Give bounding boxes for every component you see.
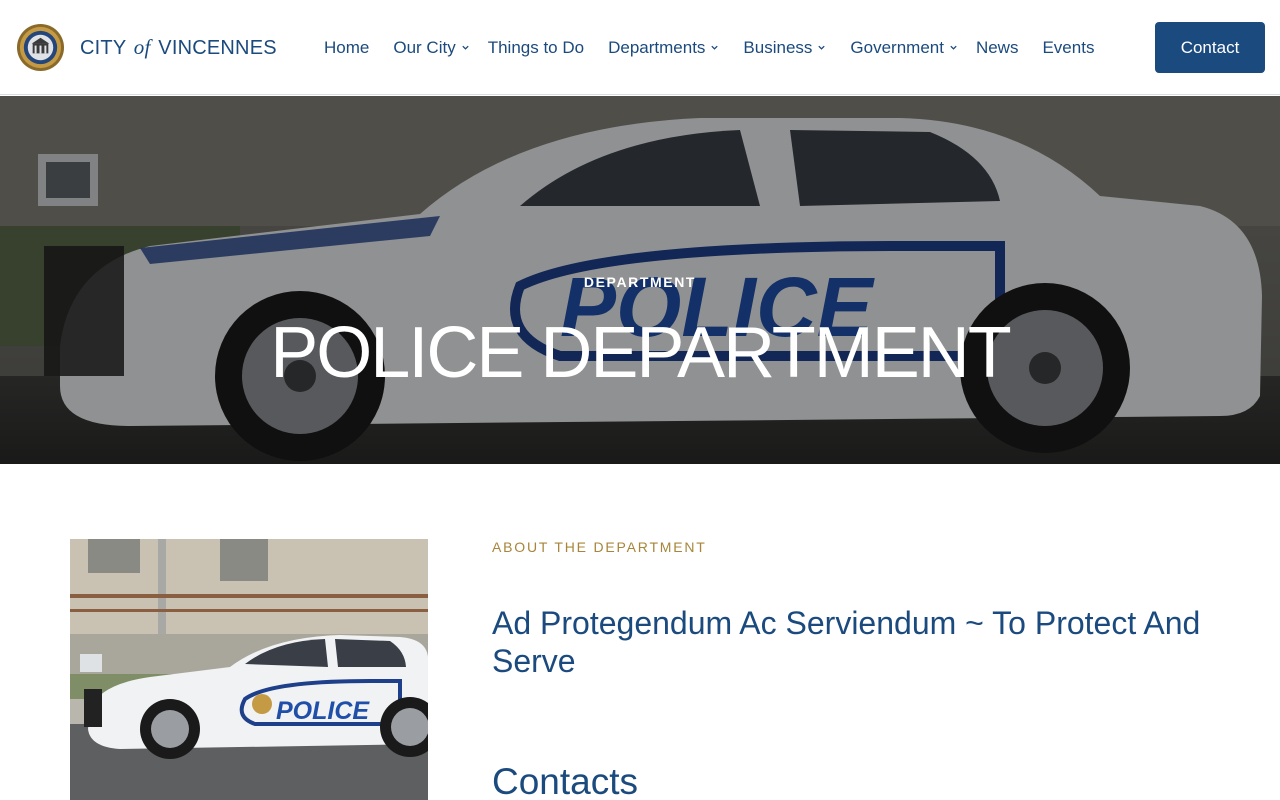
site-logo[interactable]: CITY of VINCENNES	[16, 23, 277, 72]
nav-government[interactable]: Government	[838, 38, 964, 58]
nav-label: Things to Do	[487, 37, 585, 57]
chevron-down-icon	[950, 45, 957, 50]
nav-things-to-do[interactable]: Things to Do	[476, 38, 596, 58]
nav-news[interactable]: News	[964, 38, 1031, 58]
main-nav: Home Our City Things to Do Departments B…	[312, 0, 1106, 95]
hero-eyebrow: DEPARTMENT	[583, 274, 697, 290]
nav-label: Events	[1042, 37, 1095, 57]
nav-departments[interactable]: Departments	[596, 38, 731, 58]
nav-label: Our City	[393, 37, 456, 57]
nav-label: News	[975, 37, 1019, 57]
site-name-city: CITY	[80, 37, 126, 59]
nav-business[interactable]: Business	[731, 38, 838, 58]
about-headline: Ad Protegendum Ac Serviendum ~ To Protec…	[492, 605, 1201, 679]
chevron-down-icon	[462, 45, 469, 50]
site-name-vincennes: VINCENNES	[158, 37, 277, 59]
chevron-down-icon	[818, 45, 826, 50]
police-car-photo: POLICE	[70, 539, 428, 800]
nav-home[interactable]: Home	[312, 38, 381, 58]
chevron-down-icon	[711, 45, 719, 50]
site-name-of: of	[133, 35, 151, 59]
contact-button[interactable]: Contact	[1155, 22, 1265, 73]
nav-label: Government	[850, 37, 944, 57]
about-eyebrow: ABOUT THE DEPARTMENT	[492, 539, 707, 555]
hero-banner: POLICE DEPARTMENT POLICE DEPARTMENT	[0, 96, 1280, 464]
contacts-heading: Contacts	[492, 761, 639, 800]
nav-our-city[interactable]: Our City	[381, 38, 475, 58]
site-name: CITY of VINCENNES	[80, 35, 277, 60]
page-title: POLICE DEPARTMENT	[270, 313, 1011, 393]
site-header: CITY of VINCENNES Home Our City Things t…	[0, 0, 1280, 95]
nav-events[interactable]: Events	[1030, 38, 1106, 58]
nav-label: Home	[324, 37, 370, 57]
nav-label: Departments	[608, 37, 706, 57]
nav-label: Business	[743, 37, 813, 57]
car-decal-text-small: POLICE	[276, 697, 370, 725]
city-seal-icon	[16, 23, 65, 72]
